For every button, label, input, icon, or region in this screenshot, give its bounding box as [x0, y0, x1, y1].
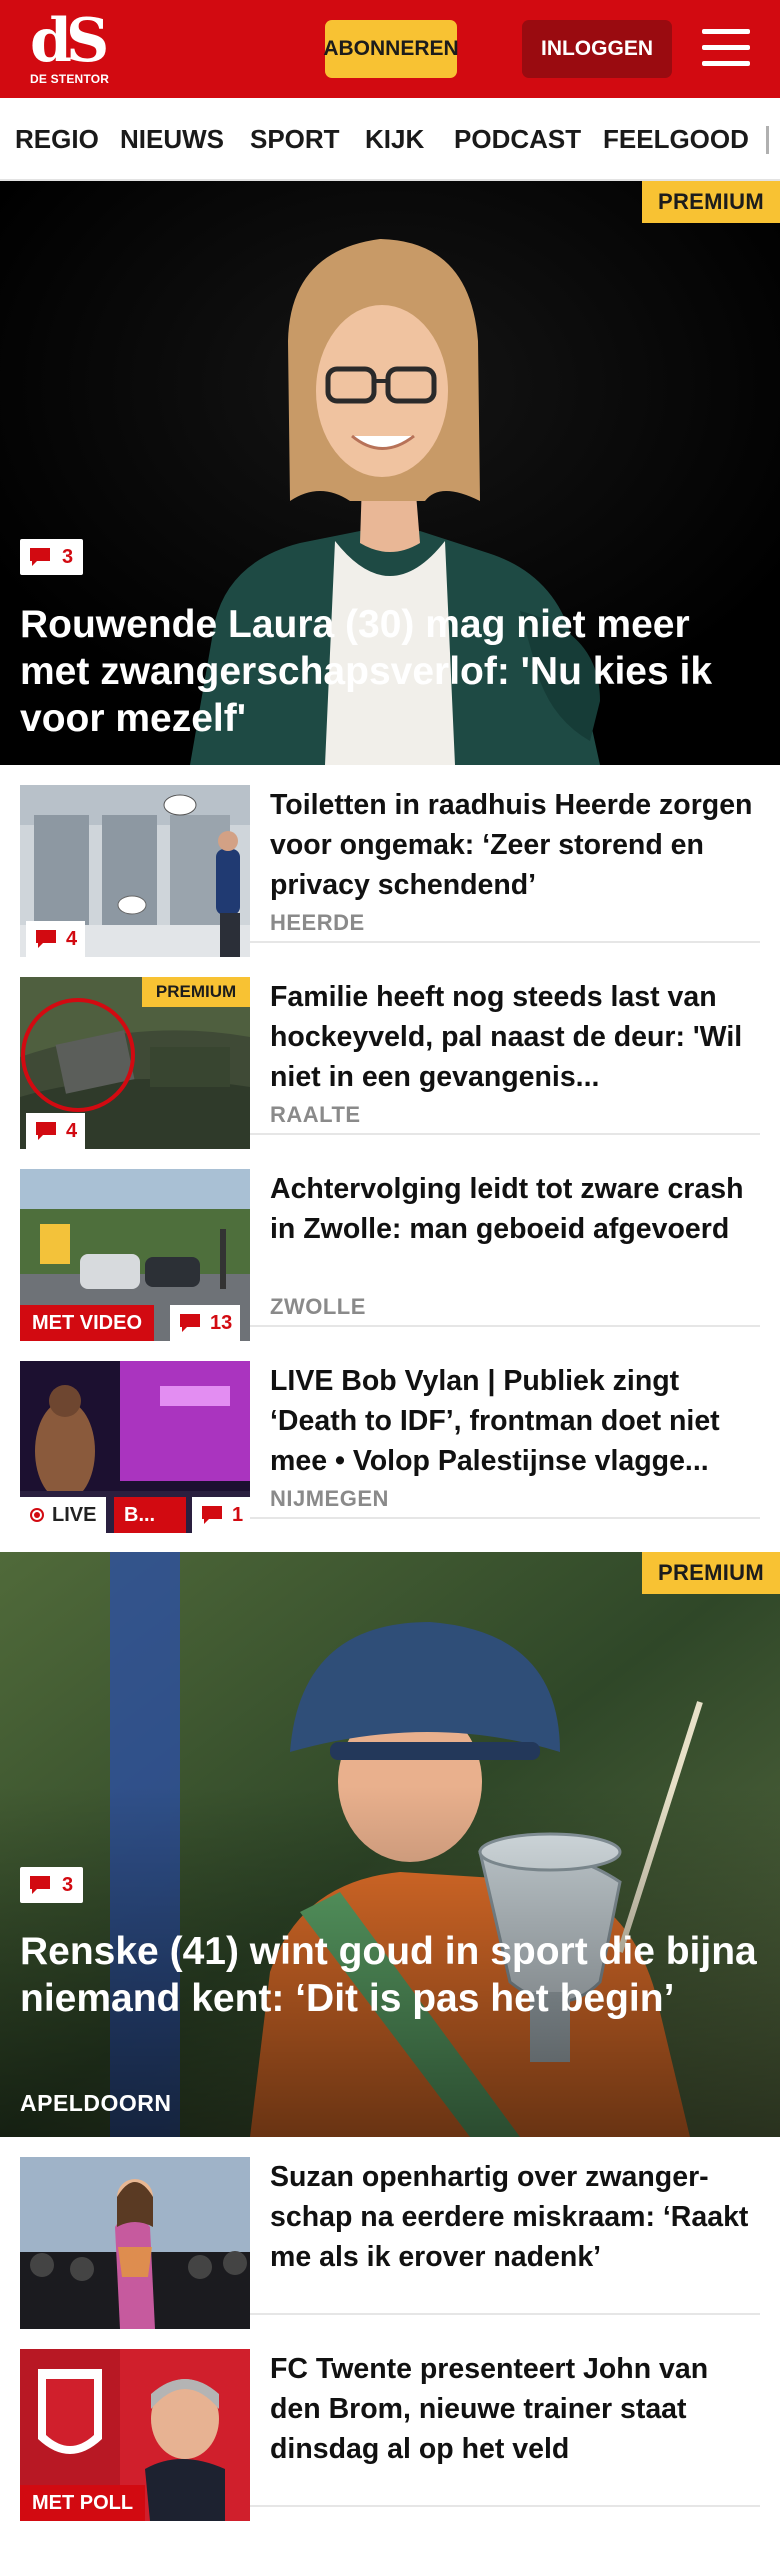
premium-badge: PREMIUM: [142, 977, 250, 1007]
article-item[interactable]: LIVE B... 1 LIVE Bob Vylan | Publiek zin…: [20, 1341, 760, 1533]
comment-count-value: 1: [232, 1503, 244, 1526]
article-region: ZWOLLE: [270, 1294, 366, 1319]
comment-bubble-icon: [36, 1122, 56, 1140]
comment-count-value: 4: [66, 927, 78, 950]
article-item[interactable]: 4 Toiletten in raadhuis Heerde zorgen vo…: [20, 765, 760, 957]
article-headline[interactable]: Achtervolging leidt tot zware crash in Z…: [270, 1169, 760, 1249]
hero-article-renske[interactable]: PREMIUM 3 Renske (41) wint goud in sport…: [0, 1552, 780, 2137]
article-thumbnail[interactable]: MET VIDEO 13: [20, 1169, 250, 1341]
hamburger-menu-icon[interactable]: [700, 25, 752, 71]
blog-tag: B...: [114, 1497, 186, 1533]
article-item[interactable]: MET VIDEO 13 Achtervolging leidt tot zwa…: [20, 1149, 760, 1341]
article-headline[interactable]: LIVE Bob Vylan | Publiek zingt ‘Death to…: [270, 1361, 760, 1481]
comment-count[interactable]: 3: [20, 1867, 84, 1903]
comment-count-value: 3: [62, 1873, 74, 1896]
article-region: RAALTE: [270, 1102, 361, 1127]
article-headline[interactable]: FC Twente presenteert John van den Brom,…: [270, 2349, 760, 2469]
article-thumbnail[interactable]: PREMIUM 4: [20, 977, 250, 1149]
article-item[interactable]: Suzan openhartig over zwanger-schap na e…: [20, 2137, 760, 2329]
article-thumbnail[interactable]: 4: [20, 785, 250, 957]
comment-bubble-icon: [30, 548, 50, 566]
article-item[interactable]: PREMIUM 4 Familie heeft nog steeds last …: [20, 957, 760, 1149]
comment-count[interactable]: 3: [20, 539, 84, 575]
video-tag: MET VIDEO: [20, 1305, 155, 1341]
hero-headline[interactable]: Renske (41) wint goud in sport die bijna…: [20, 1928, 765, 2022]
comment-count-value: 3: [62, 545, 74, 568]
login-button[interactable]: INLOGGEN: [522, 20, 672, 78]
nav-item-kijk[interactable]: KIJK: [365, 98, 424, 179]
section-nav: REGIO NIEUWS SPORT KIJK PODCAST FEELGOOD: [0, 98, 780, 181]
live-dot-icon: [30, 1508, 44, 1522]
thumb-photo-singer-stage: [20, 2157, 250, 2329]
live-label: LIVE: [52, 1503, 97, 1526]
article-thumbnail[interactable]: LIVE B... 1: [20, 1361, 250, 1533]
comment-bubble-icon: [30, 1876, 50, 1894]
hero-headline[interactable]: Rouwende Laura (30) mag niet meer met zw…: [20, 601, 765, 742]
subscribe-button[interactable]: ABONNEREN: [323, 20, 459, 78]
hero-article-laura[interactable]: PREMIUM 3 Rouwende Laura (30) mag niet m…: [0, 181, 780, 765]
article-headline[interactable]: Toiletten in raadhuis Heerde zorgen voor…: [270, 785, 760, 905]
article-thumbnail[interactable]: MET POLL: [20, 2349, 250, 2521]
logo-mark: dS: [30, 6, 109, 76]
comment-bubble-icon: [202, 1506, 222, 1524]
nav-overflow-indicator: [766, 126, 769, 154]
nav-item-podcast[interactable]: PODCAST: [454, 98, 581, 179]
article-headline[interactable]: Familie heeft nog steeds last van hockey…: [270, 977, 760, 1097]
premium-badge: PREMIUM: [642, 181, 780, 223]
nav-item-regio[interactable]: REGIO: [15, 98, 99, 179]
hero-photo-equestrian-trophy: [0, 1552, 780, 2137]
comment-bubble-icon: [180, 1314, 200, 1332]
nav-item-sport[interactable]: SPORT: [250, 98, 340, 179]
comment-bubble-icon: [36, 930, 56, 948]
comment-count[interactable]: 1: [192, 1497, 250, 1533]
comment-count[interactable]: 13: [170, 1305, 241, 1341]
article-region: HEERDE: [270, 910, 365, 935]
article-region: NIJMEGEN: [270, 1486, 389, 1511]
logo-wordmark: DE STENTOR: [30, 72, 110, 86]
nav-item-feelgood[interactable]: FEELGOOD: [603, 98, 749, 179]
comment-count-value: 4: [66, 1119, 78, 1142]
nav-item-nieuws[interactable]: NIEUWS: [120, 98, 224, 179]
article-headline[interactable]: Suzan openhartig over zwanger-schap na e…: [270, 2157, 760, 2277]
premium-badge: PREMIUM: [642, 1552, 780, 1594]
site-header: dS DE STENTOR ABONNEREN INLOGGEN: [0, 0, 780, 98]
article-thumbnail[interactable]: [20, 2157, 250, 2329]
site-logo[interactable]: dS DE STENTOR: [30, 6, 110, 88]
comment-count-value: 13: [210, 1311, 233, 1334]
article-item[interactable]: MET POLL FC Twente presenteert John van …: [20, 2329, 760, 2521]
comment-count[interactable]: 4: [26, 921, 86, 957]
poll-tag: MET POLL: [20, 2485, 146, 2521]
live-indicator: LIVE: [20, 1497, 107, 1533]
hero-region: APELDOORN: [20, 2090, 172, 2116]
comment-count[interactable]: 4: [26, 1113, 86, 1149]
